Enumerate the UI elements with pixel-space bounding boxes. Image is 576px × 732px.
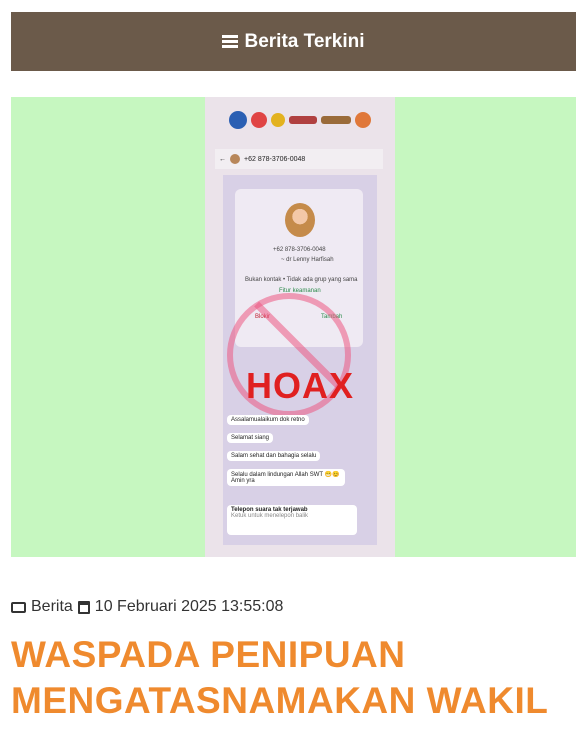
chat-message: Salam sehat dan bahagia selalu (227, 451, 321, 461)
hoax-stamp: HOAX (245, 365, 354, 406)
whatsapp-screenshot: ← +62 878-3706-0048 +62 878-3706-0048 ~ … (205, 97, 395, 557)
contact-number: +62 878-3706-0048 (273, 247, 326, 253)
article-title[interactable]: WASPADA PENIPUAN MENGATASNAMAKAN WAKIL (11, 632, 566, 724)
missed-call-subtitle: Ketuk untuk menelepon balik (231, 513, 309, 519)
missed-call-bubble: Telepon suara tak terjawab Ketuk untuk m… (227, 505, 357, 535)
contact-subtitle: ~ dr Lenny Harfisah (281, 257, 334, 263)
article-meta: Berita 10 Februari 2025 13:55:08 (11, 598, 283, 616)
chat-message: Selamat siang (227, 433, 274, 443)
chat-message: Assalamualaikum dok retno (227, 415, 309, 425)
calendar-icon (77, 600, 90, 614)
back-arrow-icon[interactable]: ← (219, 156, 226, 163)
list-icon (222, 34, 239, 49)
folder-icon (11, 601, 26, 613)
chat-phone-number: +62 878-3706-0048 (244, 155, 306, 163)
page-header: Berita Terkini (11, 12, 576, 71)
chat-message: Selalu dalam lindungan Allah SWT 😁😊 Amin… (227, 469, 345, 486)
contact-photo (285, 203, 315, 237)
category-link[interactable]: Berita (31, 598, 73, 616)
contact-note: Bukan kontak • Tidak ada grup yang sama (245, 277, 358, 283)
logo-strip (205, 103, 395, 137)
header-title: Berita Terkini (244, 30, 365, 52)
publish-date: 10 Februari 2025 13:55:08 (94, 598, 284, 615)
chat-app-bar: ← +62 878-3706-0048 (215, 149, 383, 169)
avatar (230, 154, 240, 164)
news-image[interactable]: ← +62 878-3706-0048 +62 878-3706-0048 ~ … (11, 97, 576, 557)
